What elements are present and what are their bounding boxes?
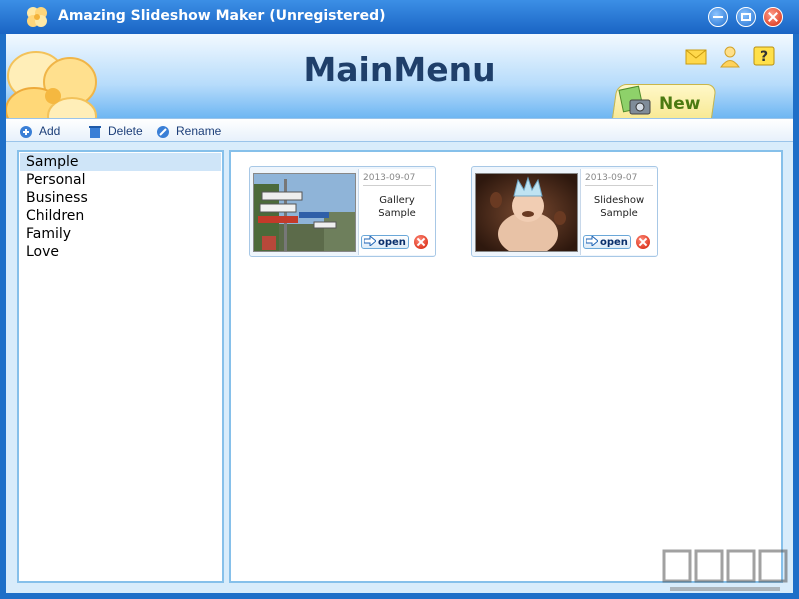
- help-icon[interactable]: ?: [752, 44, 776, 68]
- watermark-logo: [662, 549, 788, 591]
- open-label: open: [378, 237, 406, 248]
- project-info: 2013-09-07 Slideshow Sample open: [580, 169, 657, 255]
- window-title: Amazing Slideshow Maker (Unregistered): [58, 8, 386, 24]
- project-name: Gallery Sample: [378, 195, 416, 219]
- delete-icon: [89, 125, 101, 138]
- rename-label: Rename: [176, 124, 222, 138]
- open-button[interactable]: open: [583, 235, 631, 249]
- project-info: 2013-09-07 Gallery Sample open: [358, 169, 435, 255]
- category-list: Sample Personal Business Children Family…: [17, 150, 224, 583]
- project-thumbnail[interactable]: [475, 173, 578, 252]
- user-icon[interactable]: [718, 44, 742, 68]
- add-label: Add: [39, 124, 61, 138]
- add-icon: [20, 125, 32, 138]
- header-banner: MainMenu ? New: [6, 34, 793, 118]
- arrow-right-icon: [586, 236, 598, 246]
- project-date: 2013-09-07: [363, 173, 416, 183]
- close-button[interactable]: [763, 7, 783, 27]
- street-signs-photo: [254, 174, 355, 251]
- minimize-button[interactable]: [708, 7, 728, 27]
- title-bar[interactable]: Amazing Slideshow Maker (Unregistered): [0, 0, 799, 34]
- open-button[interactable]: open: [361, 235, 409, 249]
- category-item-sample[interactable]: Sample: [20, 153, 221, 171]
- open-label: open: [600, 237, 628, 248]
- category-item-love[interactable]: Love: [20, 243, 221, 261]
- email-icon[interactable]: [684, 44, 708, 68]
- project-card[interactable]: 2013-09-07 Slideshow Sample open: [471, 166, 658, 257]
- delete-project-button[interactable]: [636, 235, 650, 249]
- category-item-children[interactable]: Children: [20, 207, 221, 225]
- project-date: 2013-09-07: [585, 173, 638, 183]
- add-button[interactable]: Add: [19, 122, 60, 140]
- rename-icon: [157, 125, 169, 138]
- project-name: Slideshow Sample: [593, 195, 645, 219]
- project-thumbnail[interactable]: [253, 173, 356, 252]
- svg-text:?: ?: [760, 49, 768, 65]
- category-item-family[interactable]: Family: [20, 225, 221, 243]
- clover-logo-icon: [27, 7, 47, 27]
- delete-project-button[interactable]: [414, 235, 428, 249]
- category-item-personal[interactable]: Personal: [20, 171, 221, 189]
- baby-photo: [476, 174, 577, 251]
- delete-label: Delete: [108, 124, 143, 138]
- project-card[interactable]: 2013-09-07 Gallery Sample open: [249, 166, 436, 257]
- rename-button[interactable]: Rename: [156, 122, 221, 140]
- category-item-business[interactable]: Business: [20, 189, 221, 207]
- minimize-icon: [713, 16, 723, 18]
- new-project-label[interactable]: New: [659, 94, 700, 114]
- maximize-icon: [741, 13, 751, 21]
- delete-button[interactable]: Delete: [88, 122, 143, 140]
- toolbar: Add Delete Rename: [6, 118, 793, 142]
- app-window: Amazing Slideshow Maker (Unregistered) M…: [0, 0, 799, 599]
- arrow-right-icon: [364, 236, 376, 246]
- camera-icon: [618, 85, 651, 115]
- maximize-button[interactable]: [736, 7, 756, 27]
